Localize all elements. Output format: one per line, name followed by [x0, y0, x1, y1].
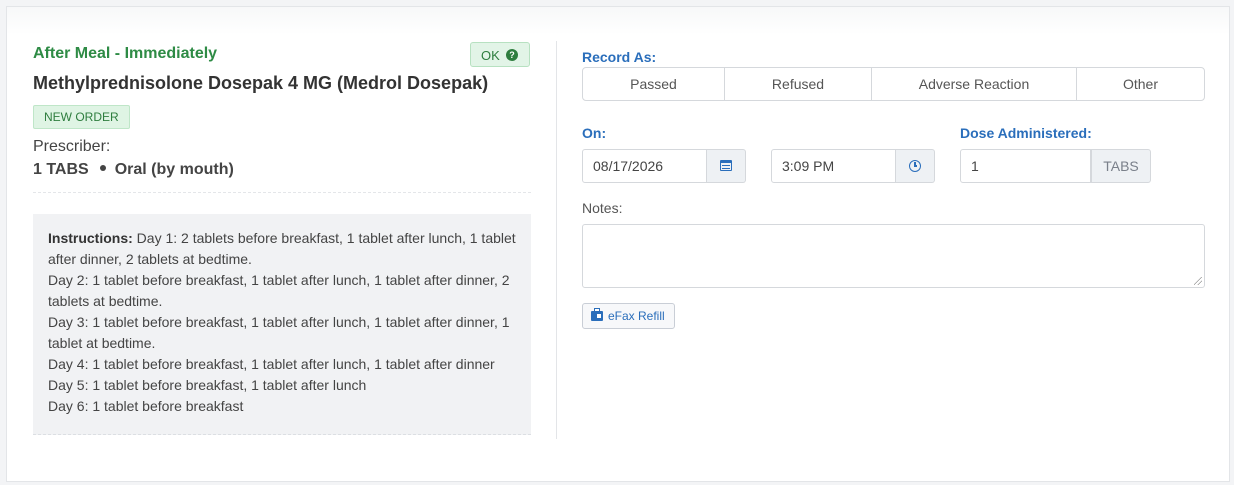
status-badge-label: OK: [481, 48, 500, 63]
on-label: On:: [582, 125, 607, 141]
dose-route: Oral (by mouth): [114, 161, 234, 178]
instruction-line: Day 2: 1 tablet before breakfast, 1 tabl…: [48, 272, 510, 309]
date-input[interactable]: 08/17/2026: [582, 149, 707, 183]
dose-unit: TABS: [1091, 149, 1151, 183]
new-order-badge: NEW ORDER: [33, 105, 130, 129]
notes-label: Notes:: [582, 200, 623, 216]
instruction-line: Day 4: 1 tablet before breakfast, 1 tabl…: [48, 356, 495, 372]
efax-refill-label: eFax Refill: [608, 309, 665, 323]
record-as-selector: Passed Refused Adverse Reaction Other: [582, 67, 1205, 101]
record-option-refused[interactable]: Refused: [725, 68, 872, 100]
clock-icon: [909, 159, 921, 172]
card-header-bar: [7, 7, 1229, 35]
prescriber-label: Prescriber:: [33, 138, 111, 155]
instruction-line: Day 6: 1 tablet before breakfast: [48, 398, 244, 414]
fax-icon: [591, 307, 603, 321]
record-option-adverse-reaction[interactable]: Adverse Reaction: [872, 68, 1077, 100]
dose-amount: 1 TABS: [33, 161, 89, 178]
question-circle-icon: ?: [506, 49, 518, 61]
resize-handle-icon[interactable]: [1194, 277, 1202, 285]
medication-card: After Meal - Immediately OK ? Methylpred…: [6, 6, 1230, 482]
instructions-label: Instructions:: [48, 230, 133, 246]
dose-input[interactable]: 1: [960, 149, 1091, 183]
divider: [33, 192, 531, 193]
notes-textarea[interactable]: [582, 224, 1205, 288]
efax-refill-button[interactable]: eFax Refill: [582, 303, 675, 329]
record-option-other[interactable]: Other: [1077, 68, 1204, 100]
instruction-line: Instructions: Day 1: 2 tablets before br…: [48, 230, 516, 267]
dose-route-line: 1 TABS Oral (by mouth): [33, 161, 234, 179]
record-as-label: Record As:: [582, 49, 657, 65]
time-picker-button[interactable]: [896, 149, 935, 183]
date-picker-button[interactable]: [707, 149, 746, 183]
instruction-line: Day 5: 1 tablet before breakfast, 1 tabl…: [48, 377, 367, 393]
medication-name: Methylprednisolone Dosepak 4 MG (Medrol …: [33, 73, 489, 93]
bullet-dot-icon: [99, 165, 106, 172]
time-input[interactable]: 3:09 PM: [771, 149, 896, 183]
instruction-line: Day 3: 1 tablet before breakfast, 1 tabl…: [48, 314, 510, 351]
dose-administered-label: Dose Administered:: [960, 125, 1092, 141]
calendar-icon: [720, 160, 732, 172]
administration-timing: After Meal - Immediately: [33, 45, 218, 62]
column-divider: [556, 41, 557, 439]
record-option-passed[interactable]: Passed: [583, 68, 725, 100]
instructions-box: Instructions: Day 1: 2 tablets before br…: [33, 214, 531, 435]
status-badge[interactable]: OK ?: [470, 42, 530, 67]
